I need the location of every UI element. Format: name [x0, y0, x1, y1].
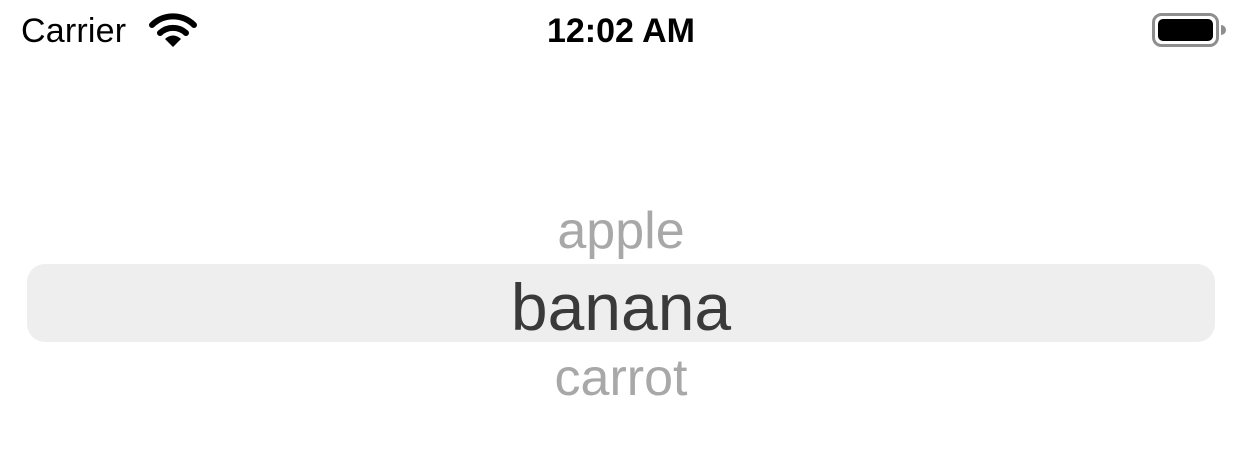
- picker-row-banana-selected[interactable]: banana: [0, 269, 1242, 345]
- picker-wheel[interactable]: apple banana carrot: [0, 0, 1242, 460]
- picker-row-apple[interactable]: apple: [0, 201, 1242, 261]
- picker-row-carrot[interactable]: carrot: [0, 348, 1242, 408]
